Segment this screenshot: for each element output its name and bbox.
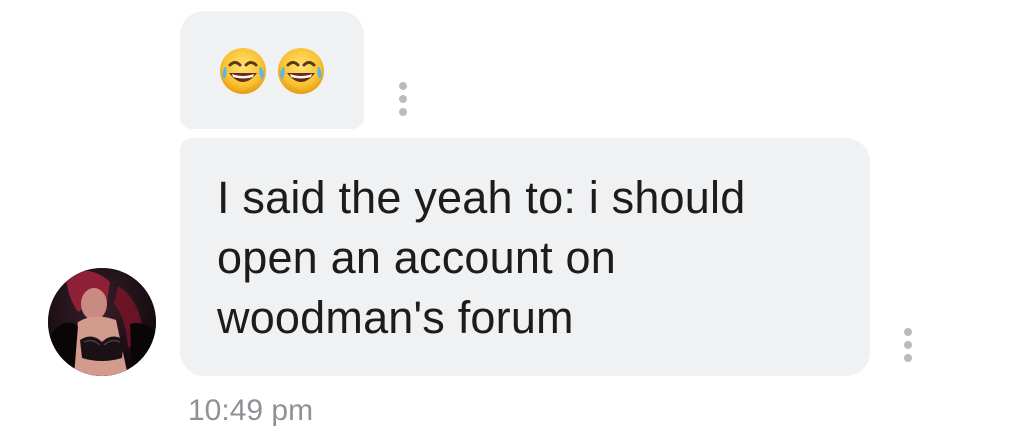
dot [904,341,912,349]
dot [399,95,407,103]
face-with-tears-of-joy-icon [278,48,324,94]
sender-avatar[interactable] [48,268,156,376]
face-with-tears-of-joy-icon [220,48,266,94]
message-bubble-emoji[interactable] [180,11,364,129]
dot [904,354,912,362]
avatar-photo [48,268,156,376]
dot [904,328,912,336]
message-more-options-icon[interactable] [901,328,915,362]
message-timestamp: 10:49 pm [188,394,314,427]
message-bubble-text[interactable]: I said the yeah to: i should open an acc… [180,138,870,376]
dot [399,108,407,116]
dot [399,82,407,90]
emoji-row [217,45,327,97]
message-more-options-icon[interactable] [396,82,410,116]
message-text: I said the yeah to: i should open an acc… [217,172,746,343]
